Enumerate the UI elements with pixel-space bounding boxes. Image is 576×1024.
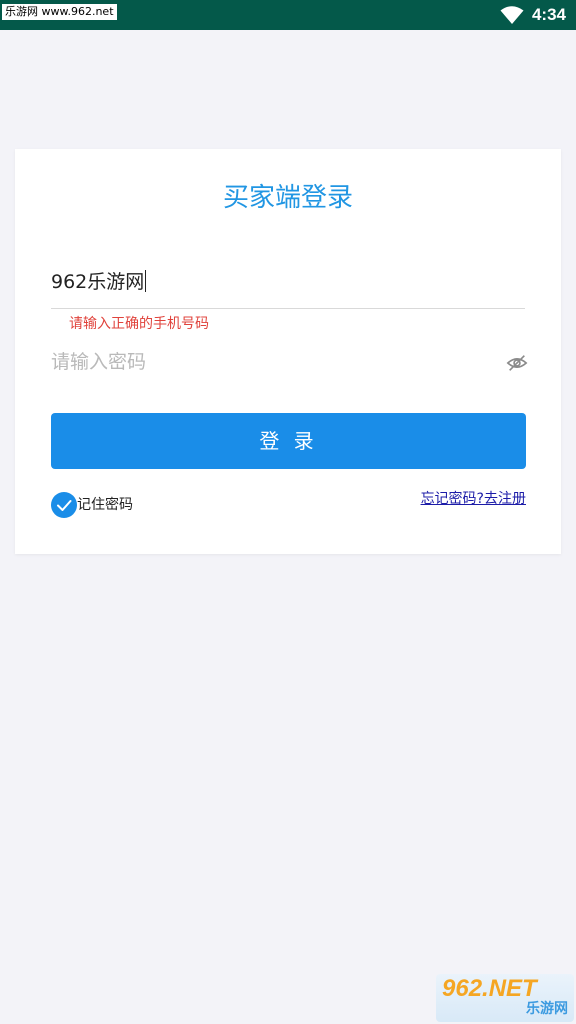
forgot-register-link[interactable]: 忘记密码?去注册 <box>421 489 526 509</box>
phone-input-value: 962乐游网 <box>51 271 145 293</box>
status-bar: 乐游网 www.962.net 4:34 <box>0 0 576 30</box>
watermark-logo-subtext: 乐游网 <box>526 1001 568 1017</box>
wifi-icon <box>500 6 524 24</box>
remember-password-label: 记住密码 <box>77 497 133 513</box>
status-time: 4:34 <box>531 5 566 24</box>
phone-input[interactable]: 962乐游网 <box>51 261 525 309</box>
text-cursor <box>145 270 147 292</box>
eye-off-icon[interactable] <box>506 352 528 374</box>
password-input[interactable]: 请输入密码 <box>51 347 525 379</box>
watermark-logo: 962.NET 乐游网 <box>436 974 574 1022</box>
watermark-logo-text: 962.NET <box>442 975 537 1002</box>
watermark-top-text: 乐游网 www.962.net <box>2 4 117 20</box>
login-card: 买家端登录 962乐游网 请输入正确的手机号码 请输入密码 登 录 记住密码 忘… <box>15 149 561 554</box>
password-placeholder: 请输入密码 <box>51 351 147 373</box>
page-title: 买家端登录 <box>222 183 353 213</box>
checkmark-icon[interactable] <box>51 492 77 518</box>
phone-error-message: 请输入正确的手机号码 <box>69 316 209 332</box>
login-button[interactable]: 登 录 <box>51 413 526 469</box>
